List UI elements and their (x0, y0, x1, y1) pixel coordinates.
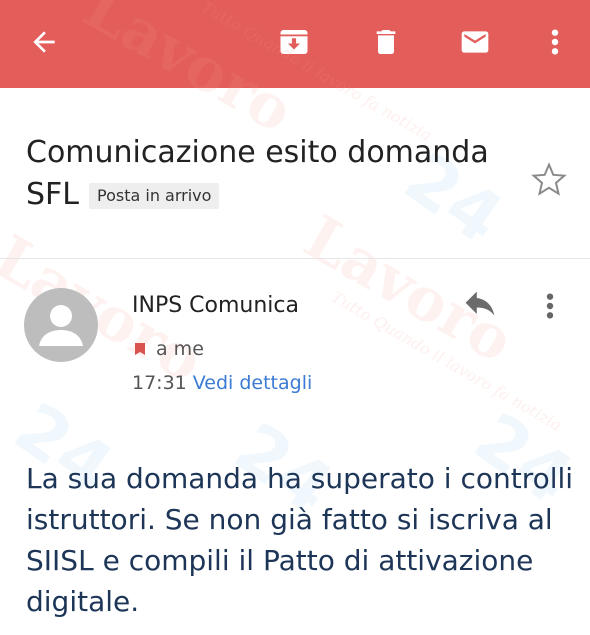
recipient-line[interactable]: a me (132, 338, 204, 360)
app-toolbar (0, 0, 590, 88)
header-divider (0, 258, 590, 259)
arrow-back-icon (33, 31, 55, 53)
email-time: 17:31 (132, 372, 187, 394)
inbox-label-badge[interactable]: Posta in arrivo (89, 182, 220, 209)
person-icon (39, 305, 83, 346)
overflow-menu-button[interactable] (535, 20, 575, 64)
time-line: 17:31 Vedi dettagli (132, 372, 312, 394)
archive-icon (280, 30, 308, 54)
trash-icon (376, 30, 396, 54)
important-marker-icon (135, 343, 145, 355)
message-more-button[interactable] (545, 290, 565, 326)
mark-unread-button[interactable] (455, 20, 495, 64)
reply-button[interactable] (460, 290, 504, 326)
archive-button[interactable] (274, 20, 314, 64)
star-button[interactable] (529, 160, 569, 200)
sender-avatar[interactable] (24, 288, 98, 362)
more-vert-icon (551, 29, 559, 55)
more-vert-icon (546, 293, 554, 319)
reply-icon (465, 291, 495, 316)
sender-name: INPS Comunica (132, 293, 299, 318)
delete-button[interactable] (366, 20, 406, 64)
mail-icon (461, 31, 489, 53)
details-link[interactable]: Vedi dettagli (193, 372, 313, 394)
email-subject: Comunicazione esito domanda SFL Posta in … (26, 132, 506, 216)
watermark-tagline: Tutto Quando il lavoro fa notizia (328, 287, 565, 435)
email-body: La sua domanda ha superato i controlli i… (26, 462, 574, 618)
recipient-text: a me (156, 338, 204, 360)
back-button[interactable] (24, 20, 64, 64)
star-icon (531, 162, 567, 196)
